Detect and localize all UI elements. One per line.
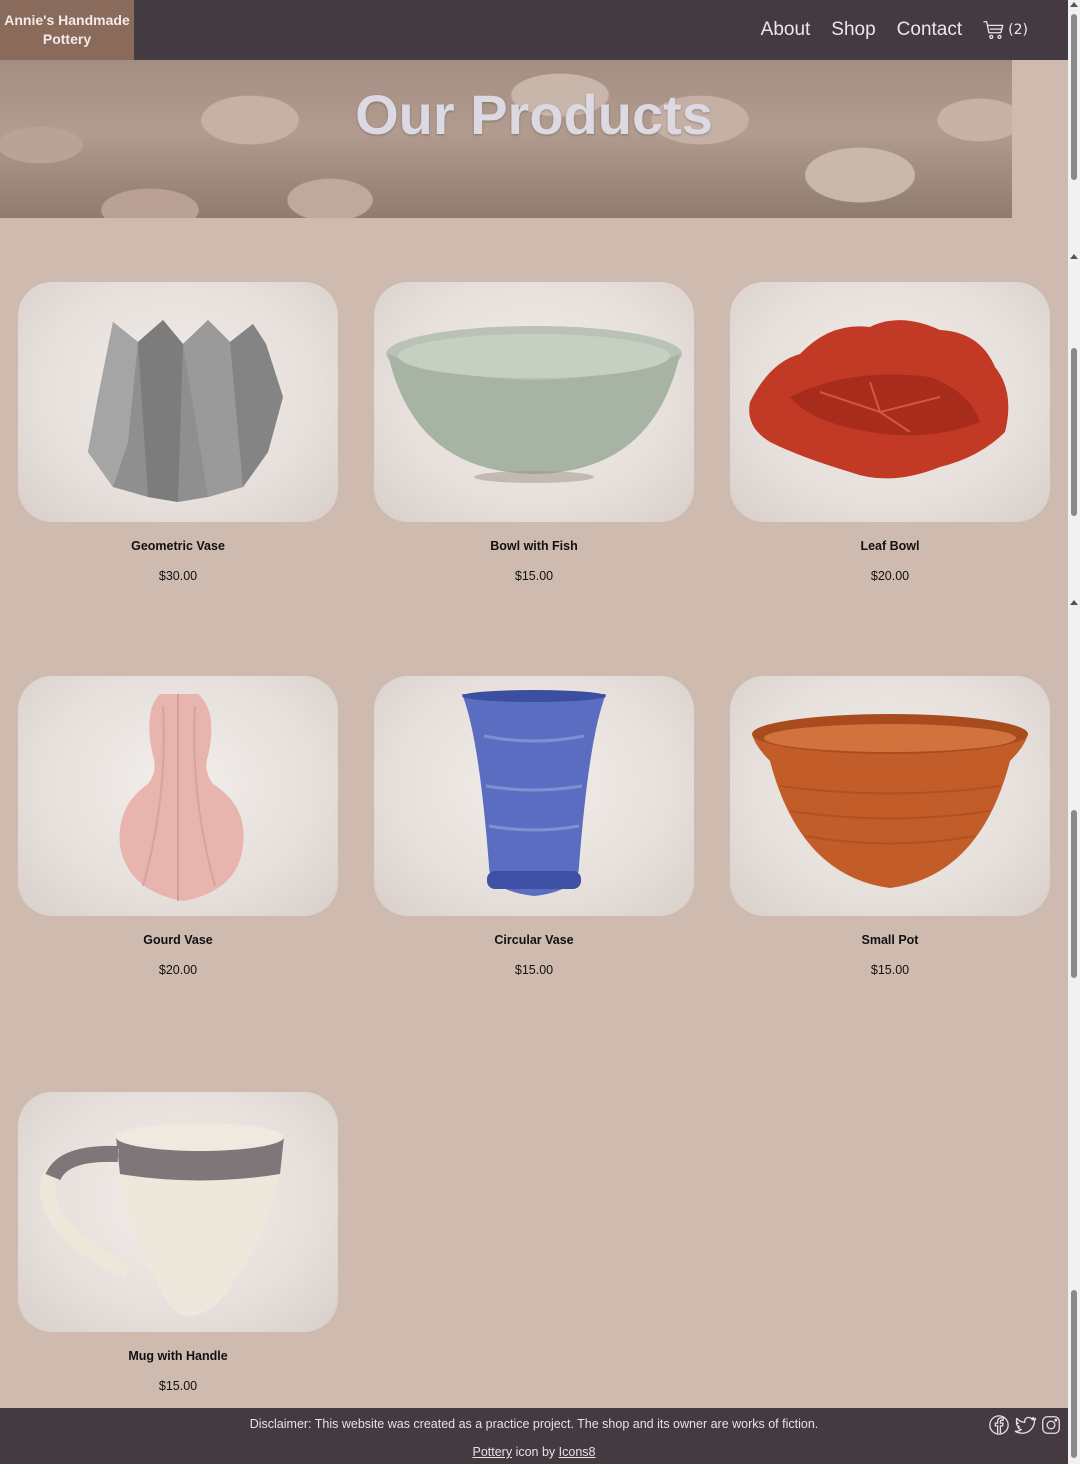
product-name[interactable]: Circular Vase — [374, 933, 694, 947]
nav-contact-link[interactable]: Contact — [897, 19, 962, 41]
product-price: $15.00 — [514, 569, 554, 583]
icon-credit: Pottery icon by Icons8 — [0, 1445, 1068, 1459]
site-footer: Disclaimer: This website was created as … — [0, 1408, 1068, 1464]
product-image[interactable] — [730, 676, 1050, 916]
icons8-link[interactable]: Icons8 — [559, 1445, 596, 1459]
product-name[interactable]: Gourd Vase — [18, 933, 338, 947]
scroll-up-arrow[interactable] — [1070, 600, 1078, 605]
cart-count: (2) — [1008, 22, 1028, 38]
product-price: $30.00 — [158, 569, 198, 583]
product-price: $20.00 — [158, 963, 198, 977]
pottery-credit-link[interactable]: Pottery — [472, 1445, 512, 1459]
twitter-icon[interactable] — [1014, 1414, 1036, 1436]
scrollbar-thumb[interactable] — [1071, 14, 1077, 180]
credit-text: icon by — [512, 1445, 559, 1459]
scroll-up-arrow[interactable] — [1070, 254, 1078, 259]
facebook-icon[interactable] — [988, 1414, 1010, 1436]
instagram-icon[interactable] — [1040, 1414, 1062, 1436]
brand-logo[interactable]: Annie's Handmade Pottery — [0, 0, 134, 60]
nav-about-link[interactable]: About — [761, 19, 811, 41]
product-card[interactable]: Bowl with Fish $15.00 — [374, 282, 694, 583]
vertical-scrollbar[interactable] — [1068, 0, 1080, 1464]
top-navbar: Annie's Handmade Pottery About Shop Cont… — [0, 0, 1068, 60]
product-card[interactable]: Leaf Bowl $20.00 — [730, 282, 1050, 583]
product-card[interactable]: Geometric Vase $30.00 — [18, 282, 338, 583]
product-image[interactable] — [18, 1092, 338, 1332]
product-price: $15.00 — [514, 963, 554, 977]
product-name[interactable]: Bowl with Fish — [374, 539, 694, 553]
hero-banner: Our Products — [0, 60, 1068, 218]
product-card[interactable]: Circular Vase $15.00 — [374, 676, 694, 977]
product-card[interactable]: Mug with Handle $15.00 — [18, 1092, 338, 1393]
product-image[interactable] — [18, 676, 338, 916]
page-title: Our Products — [355, 83, 713, 146]
scrollbar-thumb[interactable] — [1071, 810, 1077, 978]
cart-icon — [983, 21, 1004, 39]
nav-links: About Shop Contact (2) — [761, 19, 1068, 41]
product-card[interactable]: Small Pot $15.00 — [730, 676, 1050, 977]
product-card[interactable]: Gourd Vase $20.00 — [18, 676, 338, 977]
nav-shop-link[interactable]: Shop — [831, 19, 875, 41]
scroll-up-arrow[interactable] — [1070, 2, 1078, 7]
scrollbar-thumb[interactable] — [1071, 348, 1077, 516]
scrollbar-thumb[interactable] — [1071, 1290, 1077, 1458]
product-price: $15.00 — [870, 963, 910, 977]
disclaimer-text: Disclaimer: This website was created as … — [249, 1417, 819, 1431]
social-links — [988, 1414, 1062, 1436]
product-price: $15.00 — [158, 1379, 198, 1393]
product-image[interactable] — [374, 676, 694, 916]
product-name[interactable]: Mug with Handle — [18, 1349, 338, 1363]
product-name[interactable]: Geometric Vase — [18, 539, 338, 553]
cart-button[interactable]: (2) — [983, 19, 1028, 41]
product-image[interactable] — [730, 282, 1050, 522]
product-name[interactable]: Small Pot — [730, 933, 1050, 947]
product-image[interactable] — [374, 282, 694, 522]
product-price: $20.00 — [870, 569, 910, 583]
product-image[interactable] — [18, 282, 338, 522]
product-name[interactable]: Leaf Bowl — [730, 539, 1050, 553]
